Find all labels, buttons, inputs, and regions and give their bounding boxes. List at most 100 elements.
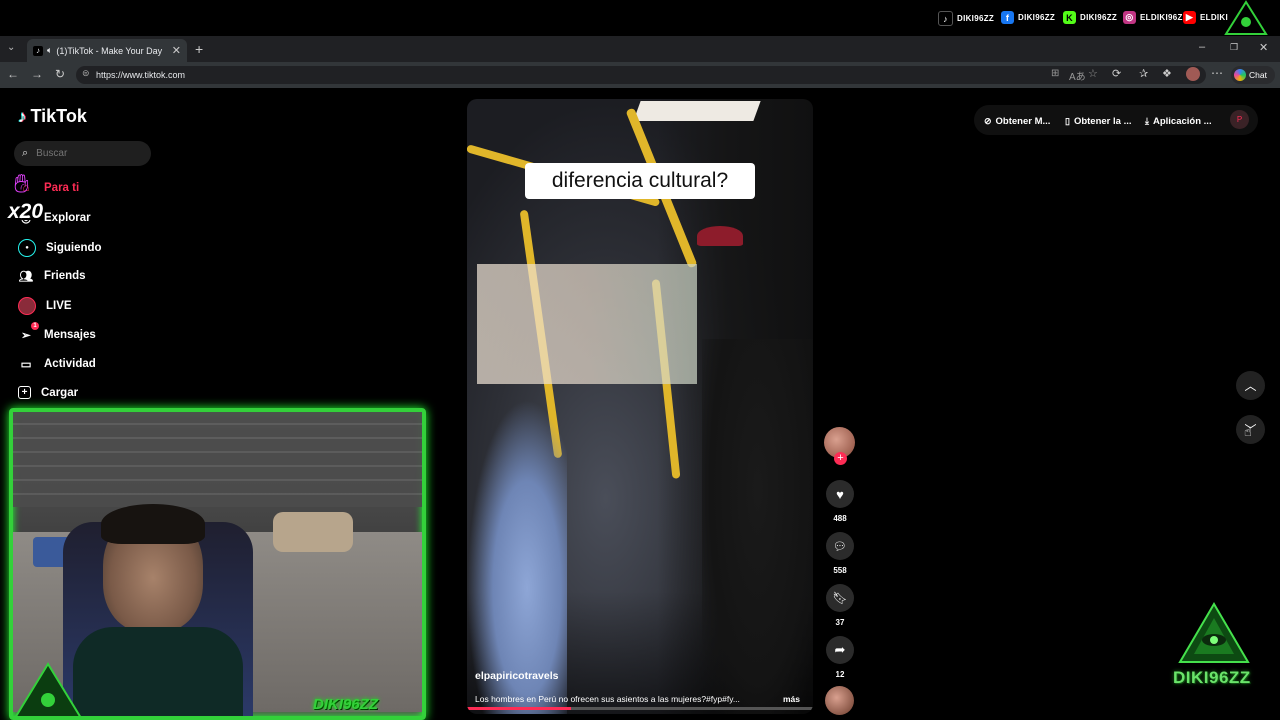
search-input[interactable] xyxy=(34,147,139,160)
mouse-cursor-icon: ☝︎ xyxy=(1244,424,1252,439)
profile-avatar[interactable] xyxy=(1186,67,1200,81)
nav-live[interactable]: LIVE xyxy=(18,297,72,315)
like-button[interactable]: ♥ xyxy=(826,480,854,508)
like-count: 488 xyxy=(833,514,847,523)
social-label: DIKI96ZZ xyxy=(1080,13,1118,22)
bookmark-icon: 🔖︎ xyxy=(832,591,848,605)
nav-siguiendo[interactable]: ● Siguiendo xyxy=(18,239,102,257)
raised-hand-icon: ✋︎ xyxy=(14,168,29,198)
save-count: 37 xyxy=(835,618,845,627)
webcam-logo-icon xyxy=(13,662,83,716)
reload-icon[interactable]: ↻ xyxy=(55,67,65,81)
app-available-icon[interactable]: ⊞ xyxy=(1051,68,1059,79)
multiplier-overlay: x20 xyxy=(8,200,44,223)
comment-icon: 💬︎ xyxy=(833,540,847,553)
follow-plus-icon[interactable]: + xyxy=(834,452,847,465)
url-field[interactable]: ⊜ https://www.tiktok.com xyxy=(76,66,1206,84)
get-app-button[interactable]: ▯ Obtener la ... xyxy=(1065,112,1132,130)
copilot-icon xyxy=(1234,69,1246,81)
messages-badge: 1 xyxy=(31,322,39,330)
progress-track[interactable] xyxy=(467,707,813,710)
sound-disc-icon[interactable] xyxy=(825,686,854,715)
nav-label: Actividad xyxy=(44,358,96,370)
nav-friends[interactable]: 👥︎ Friends xyxy=(18,268,86,284)
tiktok-logo[interactable]: ♪ TikTok xyxy=(18,106,87,127)
search-icon: ⌕ xyxy=(22,147,29,159)
speaker-icon[interactable]: 🔈︎ xyxy=(47,45,52,56)
restore-icon[interactable]: ❐ xyxy=(1230,42,1238,53)
kick-icon: K xyxy=(1063,11,1076,24)
copilot-chat-button[interactable]: Chat xyxy=(1231,66,1275,84)
nav-mensajes[interactable]: ➢ 1 Mensajes xyxy=(18,322,96,343)
desktop-app-button[interactable]: ⤓ Aplicación ... xyxy=(1145,112,1212,130)
skylight xyxy=(633,101,761,121)
facebook-icon: f xyxy=(1001,11,1014,24)
social-kick: K DIKI96ZZ xyxy=(1063,11,1117,24)
hand-emoji-overlay: ✋︎ xyxy=(14,168,44,200)
video-author[interactable]: elpapiricotravels xyxy=(475,670,558,682)
heart-icon: ♥ xyxy=(836,486,844,502)
previous-video-button[interactable]: ︿ xyxy=(1236,371,1265,400)
save-button[interactable]: 🔖︎ xyxy=(826,584,854,612)
search-box[interactable]: ⌕ xyxy=(14,141,151,166)
tiktok-note-icon: ♪ xyxy=(18,106,27,126)
site-info-icon[interactable]: ⊜ xyxy=(82,68,90,79)
minimize-icon[interactable]: – xyxy=(1199,41,1205,53)
nav-label: Mensajes xyxy=(44,329,96,341)
tiktok-favicon-icon: ♪ xyxy=(33,45,43,56)
webcam-overlay: DIKI96ZZ xyxy=(9,408,426,720)
nav-label: LIVE xyxy=(46,300,72,312)
activity-icon: ▭ xyxy=(20,359,32,371)
extensions-icon[interactable]: ⟳ xyxy=(1112,67,1121,80)
tiktok-icon: ♪ xyxy=(938,11,953,26)
social-label: ELDIKI96ZZ xyxy=(1140,13,1188,22)
chevron-up-icon: ︿ xyxy=(1244,379,1257,393)
pill-label: Aplicación ... xyxy=(1152,115,1212,127)
following-avatar-icon: ● xyxy=(18,239,36,257)
nav-label: Siguiendo xyxy=(46,242,102,254)
nav-actividad[interactable]: ▭ Actividad xyxy=(18,356,96,372)
logo-text: TikTok xyxy=(30,106,87,126)
profile-button[interactable]: P xyxy=(1230,110,1249,129)
nav-label: Explorar xyxy=(44,212,91,224)
pill-label: Obtener la ... xyxy=(1073,115,1132,127)
share-arrow-icon: ➦ xyxy=(834,642,846,657)
close-tab-icon[interactable]: ✕ xyxy=(172,44,181,57)
nav-label: Para ti xyxy=(44,182,80,194)
get-coins-button[interactable]: ⊘ Obtener M... xyxy=(984,112,1050,130)
more-link[interactable]: más xyxy=(783,694,800,704)
passenger-cap xyxy=(697,226,743,246)
favorite-star-icon[interactable]: ☆ xyxy=(1088,67,1098,80)
comment-button[interactable]: 💬︎ xyxy=(826,532,854,560)
nav-cargar[interactable]: + Cargar xyxy=(18,386,78,399)
close-window-icon[interactable]: ✕ xyxy=(1259,41,1268,54)
collections-icon[interactable]: ❖ xyxy=(1162,67,1172,80)
brand-logo-icon xyxy=(1178,602,1250,664)
video-description: Los hombres en Perú no ofrecen sus asien… xyxy=(475,694,740,704)
share-button[interactable]: ➦ xyxy=(826,636,854,664)
upload-icon: + xyxy=(18,386,31,399)
webcam-tag: DIKI96ZZ xyxy=(313,696,379,713)
progress-fill xyxy=(467,707,571,710)
chat-label: Chat xyxy=(1249,70,1267,80)
forward-icon[interactable]: → xyxy=(31,67,43,81)
new-tab-icon[interactable]: + xyxy=(195,41,203,57)
bus-windows xyxy=(477,264,697,384)
social-youtube: ▶ ELDIKI xyxy=(1183,11,1228,24)
nav-label: Friends xyxy=(44,270,86,282)
download-icon: ⤓ xyxy=(1145,115,1149,126)
video-caption-overlay: diferencia cultural? xyxy=(525,163,755,199)
back-icon[interactable]: ← xyxy=(7,67,19,81)
translate-icon[interactable]: Aあ xyxy=(1069,68,1086,83)
browser-tab[interactable]: ♪ 🔈︎ (1)TikTok - Make Your Day ✕ xyxy=(27,39,187,62)
pillow-beige xyxy=(273,512,353,552)
live-avatar-icon xyxy=(18,297,36,315)
favorites-icon[interactable]: ✰ xyxy=(1139,67,1148,80)
streamer-hair xyxy=(101,504,205,544)
tab-list-chevron-icon[interactable]: ⌄ xyxy=(7,42,15,53)
more-menu-icon[interactable]: ⋯ xyxy=(1211,66,1223,80)
passenger-blue-dress xyxy=(467,399,567,714)
share-count: 12 xyxy=(835,670,845,679)
social-tiktok: ♪ DIKI96ZZ xyxy=(938,11,994,26)
friends-icon: 👥︎ xyxy=(18,271,34,283)
